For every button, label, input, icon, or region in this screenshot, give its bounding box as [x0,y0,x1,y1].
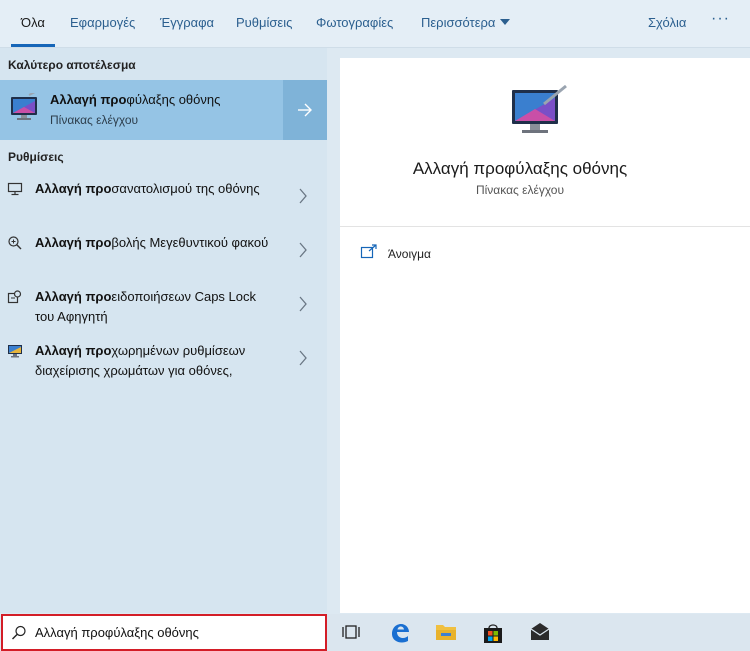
setting-result-orientation[interactable]: Αλλαγή προσανατολισμού της οθόνης [0,179,327,229]
edge-icon[interactable] [389,622,411,644]
narrator-icon [7,290,22,304]
best-match-title: Αλλαγή προφύλαξης οθόνης [50,92,221,107]
caret-down-icon [500,19,511,25]
preview-subtitle: Πίνακας ελέγχου [475,183,565,197]
arrow-right-icon [298,103,312,117]
setting-label: Αλλαγή προειδοποιήσεων Caps Lock του Αφη… [35,289,257,324]
taskbar [327,614,750,651]
setting-label: Αλλαγή προβολής Μεγεθυντικού φακού [35,235,269,250]
chevron-right-icon [299,242,307,258]
tab-apps[interactable]: Εφαρμογές [70,15,135,30]
mail-icon[interactable] [529,622,551,642]
preview-panel: Αλλαγή προφύλαξης οθόνης Πίνακας ελέγχου… [340,58,750,613]
more-options-button[interactable]: ··· [711,10,730,28]
best-match-open-area[interactable]: Αλλαγή προφύλαξης οθόνης Πίνακας ελέγχου [0,80,282,140]
store-icon[interactable] [482,622,504,644]
file-explorer-icon[interactable] [435,622,457,642]
setting-label: Αλλαγή προσανατολισμού της οθόνης [35,181,260,196]
search-filter-bar: Όλα Εφαρμογές Έγγραφα Ρυθμίσεις Φωτογραφ… [0,0,750,48]
tab-more[interactable]: Περισσότερα [421,15,511,30]
tab-documents[interactable]: Έγγραφα [160,15,214,30]
chevron-right-icon [299,350,307,366]
search-icon [12,625,26,640]
color-management-icon [8,345,22,358]
chevron-right-icon [299,188,307,204]
best-match-result[interactable]: Αλλαγή προφύλαξης οθόνης Πίνακας ελέγχου [0,80,327,140]
feedback-button[interactable]: Σχόλια [648,15,686,30]
screen-saver-icon [11,93,37,120]
preview-title: Αλλαγή προφύλαξης οθόνης [412,159,628,178]
expand-details-button[interactable] [283,80,327,140]
setting-result-magnifier[interactable]: Αλλαγή προβολής Μεγεθυντικού φακού [0,233,327,283]
open-icon [360,244,377,259]
chevron-right-icon [299,296,307,312]
setting-result-color-management[interactable]: Αλλαγή προχωρημένων ρυθμίσεων διαχείριση… [0,341,327,391]
search-query: Αλλαγή προφύλαξης οθόνης [35,625,199,640]
best-match-heading: Καλύτερο αποτέλεσμα [8,58,136,72]
settings-heading: Ρυθμίσεις [8,150,64,164]
magnifier-icon [8,236,22,250]
best-match-subtitle: Πίνακας ελέγχου [50,113,139,127]
task-view-icon[interactable] [341,622,361,642]
setting-label: Αλλαγή προχωρημένων ρυθμίσεων διαχείριση… [35,343,246,378]
tab-settings[interactable]: Ρυθμίσεις [236,15,292,30]
tab-more-label: Περισσότερα [421,15,496,30]
screen-saver-icon [512,84,567,133]
tab-all[interactable]: Όλα [21,15,45,30]
active-tab-indicator [11,44,55,47]
monitor-icon [7,182,23,196]
results-panel: Καλύτερο αποτέλεσμα Αλλαγή προφύλαξης οθ… [0,48,327,613]
tab-photos[interactable]: Φωτογραφίες [316,15,393,30]
setting-result-narrator[interactable]: Αλλαγή προειδοποιήσεων Caps Lock του Αφη… [0,287,327,337]
open-label: Άνοιγμα [388,247,431,261]
divider [340,226,750,227]
open-action[interactable]: Άνοιγμα [360,244,431,265]
search-input[interactable]: Αλλαγή προφύλαξης οθόνης [1,614,327,651]
